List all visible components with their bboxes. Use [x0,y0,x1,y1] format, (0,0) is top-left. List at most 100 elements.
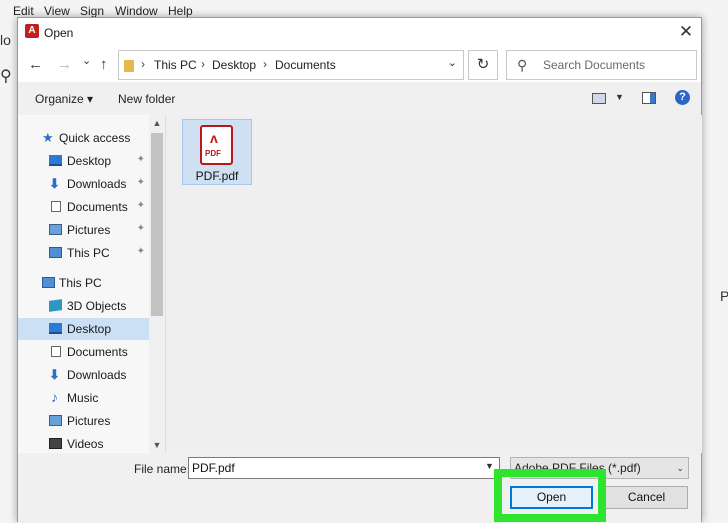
sidebar-item-label: Desktop [67,154,112,168]
sidebar-scrollbar[interactable]: ▲ ▼ [149,115,165,453]
chevron-down-icon[interactable]: ⌄ [448,56,457,69]
pictures-icon [49,224,62,235]
background-search-icon: ⚲ [0,68,12,85]
dialog-body: ★ Quick access Desktop ✦ ⬇ Downloads ✦ D… [18,115,702,453]
breadcrumb-desktop[interactable]: Desktop [212,58,256,72]
sidebar-item-quick-access[interactable]: ★ Quick access [18,127,149,149]
chevron-down-icon: ⌄ [676,463,684,473]
star-icon: ★ [42,130,54,145]
file-item-pdf[interactable]: ᴧ PDF PDF.pdf [182,119,252,185]
view-options-icon[interactable] [592,93,606,104]
sidebar-item-downloads-pc[interactable]: ⬇ Downloads [18,364,149,386]
navigation-pane: ★ Quick access Desktop ✦ ⬇ Downloads ✦ D… [18,115,166,453]
scroll-up-icon[interactable]: ▲ [149,115,165,131]
sidebar-item-label: Documents [67,345,128,359]
pc-icon [49,247,62,258]
sidebar-item-label: Pictures [67,223,111,237]
pdf-badge: PDF [205,149,221,158]
sidebar-item-3d-objects[interactable]: 3D Objects [18,295,149,317]
sidebar-item-label: 3D Objects [67,299,127,313]
sidebar-item-downloads[interactable]: ⬇ Downloads ✦ [18,173,149,195]
file-name-label: PDF.pdf [195,169,239,183]
sidebar-item-documents-pc[interactable]: Documents [18,341,149,363]
chevron-down-icon[interactable]: ▼ [485,461,494,471]
acrobat-icon: A [25,24,39,38]
sidebar-item-pictures-pc[interactable]: Pictures [18,410,149,432]
search-input[interactable] [541,56,691,74]
breadcrumb-separator: › [201,57,205,71]
forward-button[interactable]: → [57,54,72,76]
navigation-bar: ← → ⌄ ↑ › This PC › Desktop › Documents … [18,48,701,82]
breadcrumb-documents[interactable]: Documents [275,58,336,72]
desktop-icon [49,155,62,166]
search-box[interactable]: ⚲ [506,50,697,80]
up-button[interactable]: ↑ [100,54,108,76]
file-name-input[interactable] [188,457,500,479]
sidebar-item-label: Documents [67,200,128,214]
recent-locations-button[interactable]: ⌄ [82,50,91,72]
downloads-icon: ⬇ [49,367,60,382]
pin-icon: ✦ [136,246,145,257]
sidebar-item-label: This PC [59,276,102,290]
sidebar-item-this-pc[interactable]: This PC [18,272,149,294]
documents-icon [51,346,61,357]
menu-window[interactable]: Window [115,4,158,18]
close-button[interactable]: ✕ [671,18,701,48]
sidebar-item-pictures[interactable]: Pictures ✦ [18,219,149,241]
preview-pane-icon[interactable] [642,92,656,104]
menu-view[interactable]: View [44,4,70,18]
sidebar-item-label: Desktop [67,322,112,336]
sidebar-item-desktop-selected[interactable]: Desktop [18,318,149,340]
file-name-label: File name: [134,462,191,476]
file-type-select[interactable]: Adobe PDF Files (*.pdf) ⌄ [510,457,689,479]
desktop-icon [49,323,62,334]
sidebar-item-label: Videos [67,437,104,451]
dialog-titlebar: A Open ✕ [18,18,701,48]
command-toolbar: Organize ▾ New folder ▼ ? [18,82,701,115]
breadcrumb-separator: › [263,57,267,71]
3d-objects-icon [49,299,62,312]
chevron-down-icon[interactable]: ▼ [615,92,624,102]
refresh-button[interactable]: ↻ [468,50,498,80]
documents-icon [51,201,61,212]
downloads-icon: ⬇ [49,176,60,191]
pdf-file-icon: ᴧ PDF [200,125,233,165]
sidebar-item-this-pc-pinned[interactable]: This PC ✦ [18,242,149,264]
sidebar-item-label: This PC [67,246,110,260]
help-icon[interactable]: ? [675,90,690,105]
dialog-title: Open [44,26,74,40]
breadcrumb-this-pc[interactable]: This PC [154,58,197,72]
pin-icon: ✦ [136,200,145,211]
menu-edit[interactable]: Edit [13,4,34,18]
sidebar-item-label: Music [67,391,99,405]
file-list: ᴧ PDF PDF.pdf [167,115,702,453]
sidebar-item-label: Downloads [67,368,127,382]
sidebar-item-videos[interactable]: Videos [18,433,149,453]
acrobat-icon: ᴧ [210,130,218,146]
dialog-footer: File name: ▼ Adobe PDF Files (*.pdf) ⌄ O… [18,453,701,523]
music-icon: ♪ [51,389,58,405]
sidebar-item-music[interactable]: ♪ Music [18,387,149,409]
pin-icon: ✦ [136,223,145,234]
open-button[interactable]: Open [510,486,593,509]
sidebar-item-label: Quick access [59,131,131,145]
pictures-icon [49,415,62,426]
pc-icon [42,277,55,288]
sidebar-item-label: Downloads [67,177,127,191]
organize-button[interactable]: Organize ▾ [35,92,93,106]
menu-sign[interactable]: Sign [80,4,104,18]
file-type-value: Adobe PDF Files (*.pdf) [514,461,641,475]
open-file-dialog: A Open ✕ ← → ⌄ ↑ › This PC › Desktop › D… [17,17,702,523]
address-bar[interactable]: › This PC › Desktop › Documents ⌄ [118,50,464,80]
cancel-button[interactable]: Cancel [605,486,688,509]
breadcrumb-separator: › [141,57,145,71]
menu-help[interactable]: Help [168,4,193,18]
videos-icon [49,438,62,449]
pin-icon: ✦ [136,154,145,165]
scroll-down-icon[interactable]: ▼ [149,437,165,453]
scrollbar-thumb[interactable] [151,133,163,316]
sidebar-item-documents[interactable]: Documents ✦ [18,196,149,218]
sidebar-item-desktop[interactable]: Desktop ✦ [18,150,149,172]
back-button[interactable]: ← [28,54,43,76]
new-folder-button[interactable]: New folder [118,92,175,106]
